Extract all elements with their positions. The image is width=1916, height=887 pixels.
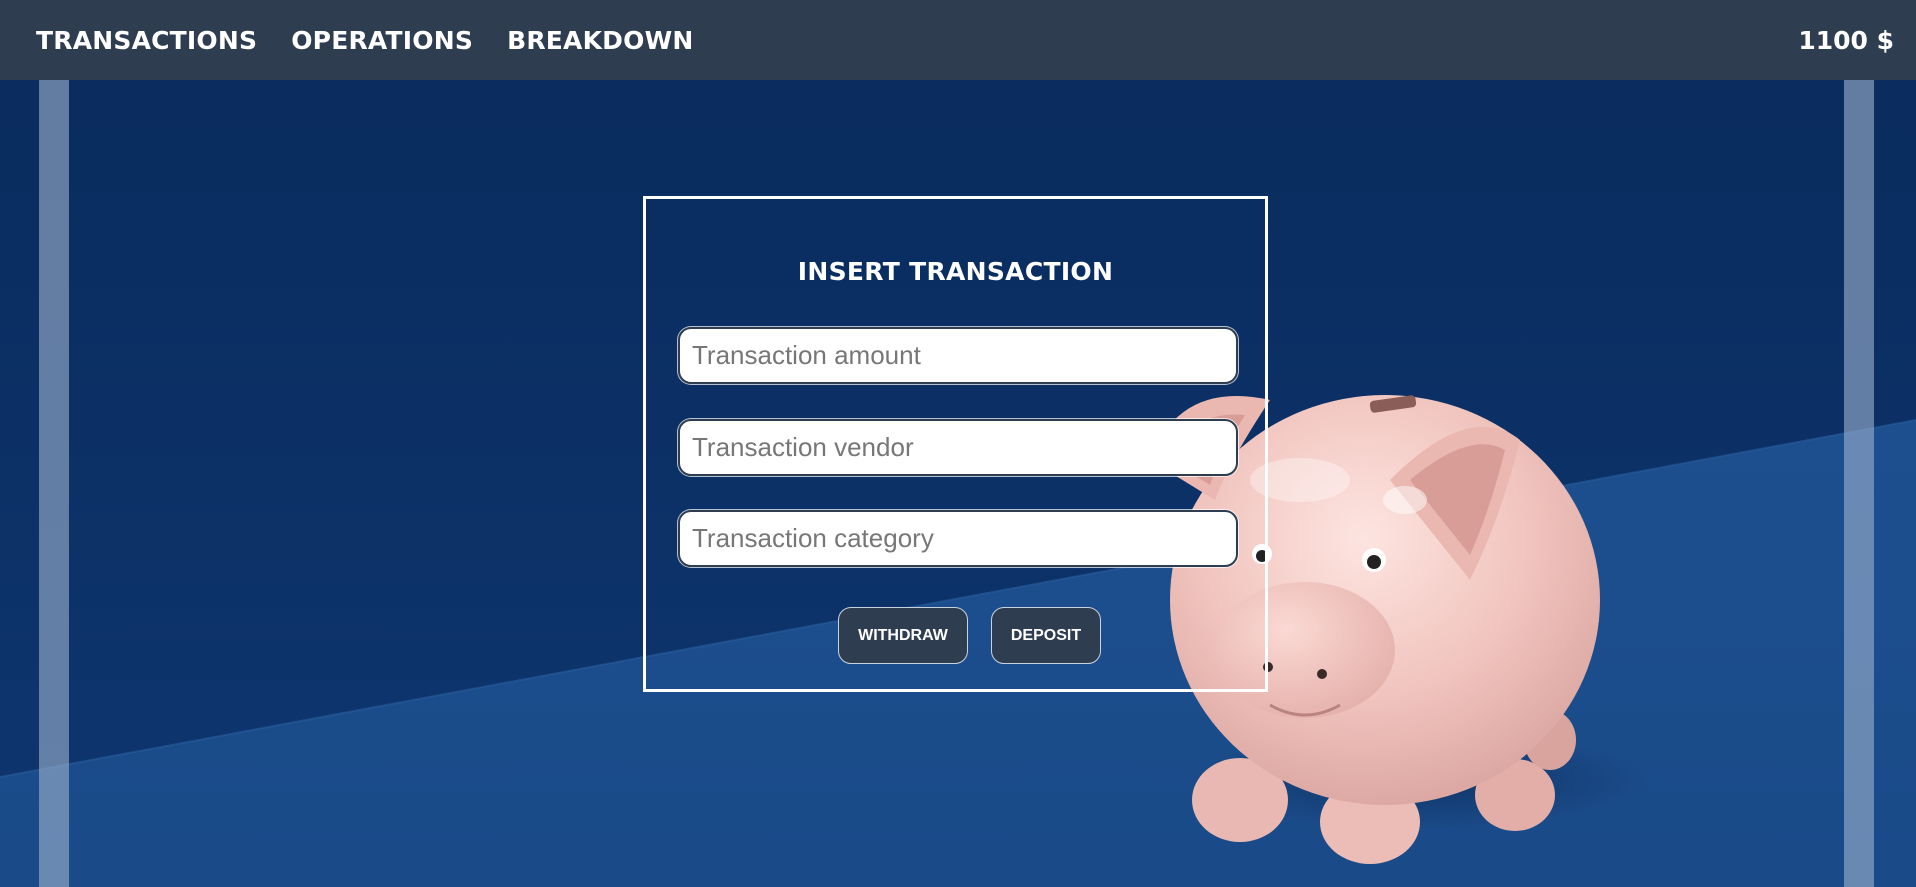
transaction-amount-input[interactable] (678, 327, 1238, 384)
transaction-vendor-input[interactable] (678, 419, 1238, 476)
withdraw-button[interactable]: WITHDRAW (838, 607, 968, 664)
nav-link-transactions[interactable]: TRANSACTIONS (36, 26, 257, 55)
insert-transaction-card: INSERT TRANSACTION WITHDRAW DEPOSIT (643, 196, 1268, 692)
nav-link-operations[interactable]: OPERATIONS (291, 26, 473, 55)
top-navbar: TRANSACTIONS OPERATIONS BREAKDOWN 1100 $ (0, 0, 1916, 80)
transaction-category-input[interactable] (678, 510, 1238, 567)
deposit-button[interactable]: DEPOSIT (991, 607, 1101, 664)
card-title: INSERT TRANSACTION (797, 257, 1114, 286)
balance-display: 1100 $ (1798, 26, 1894, 55)
nav-link-breakdown[interactable]: BREAKDOWN (507, 26, 693, 55)
